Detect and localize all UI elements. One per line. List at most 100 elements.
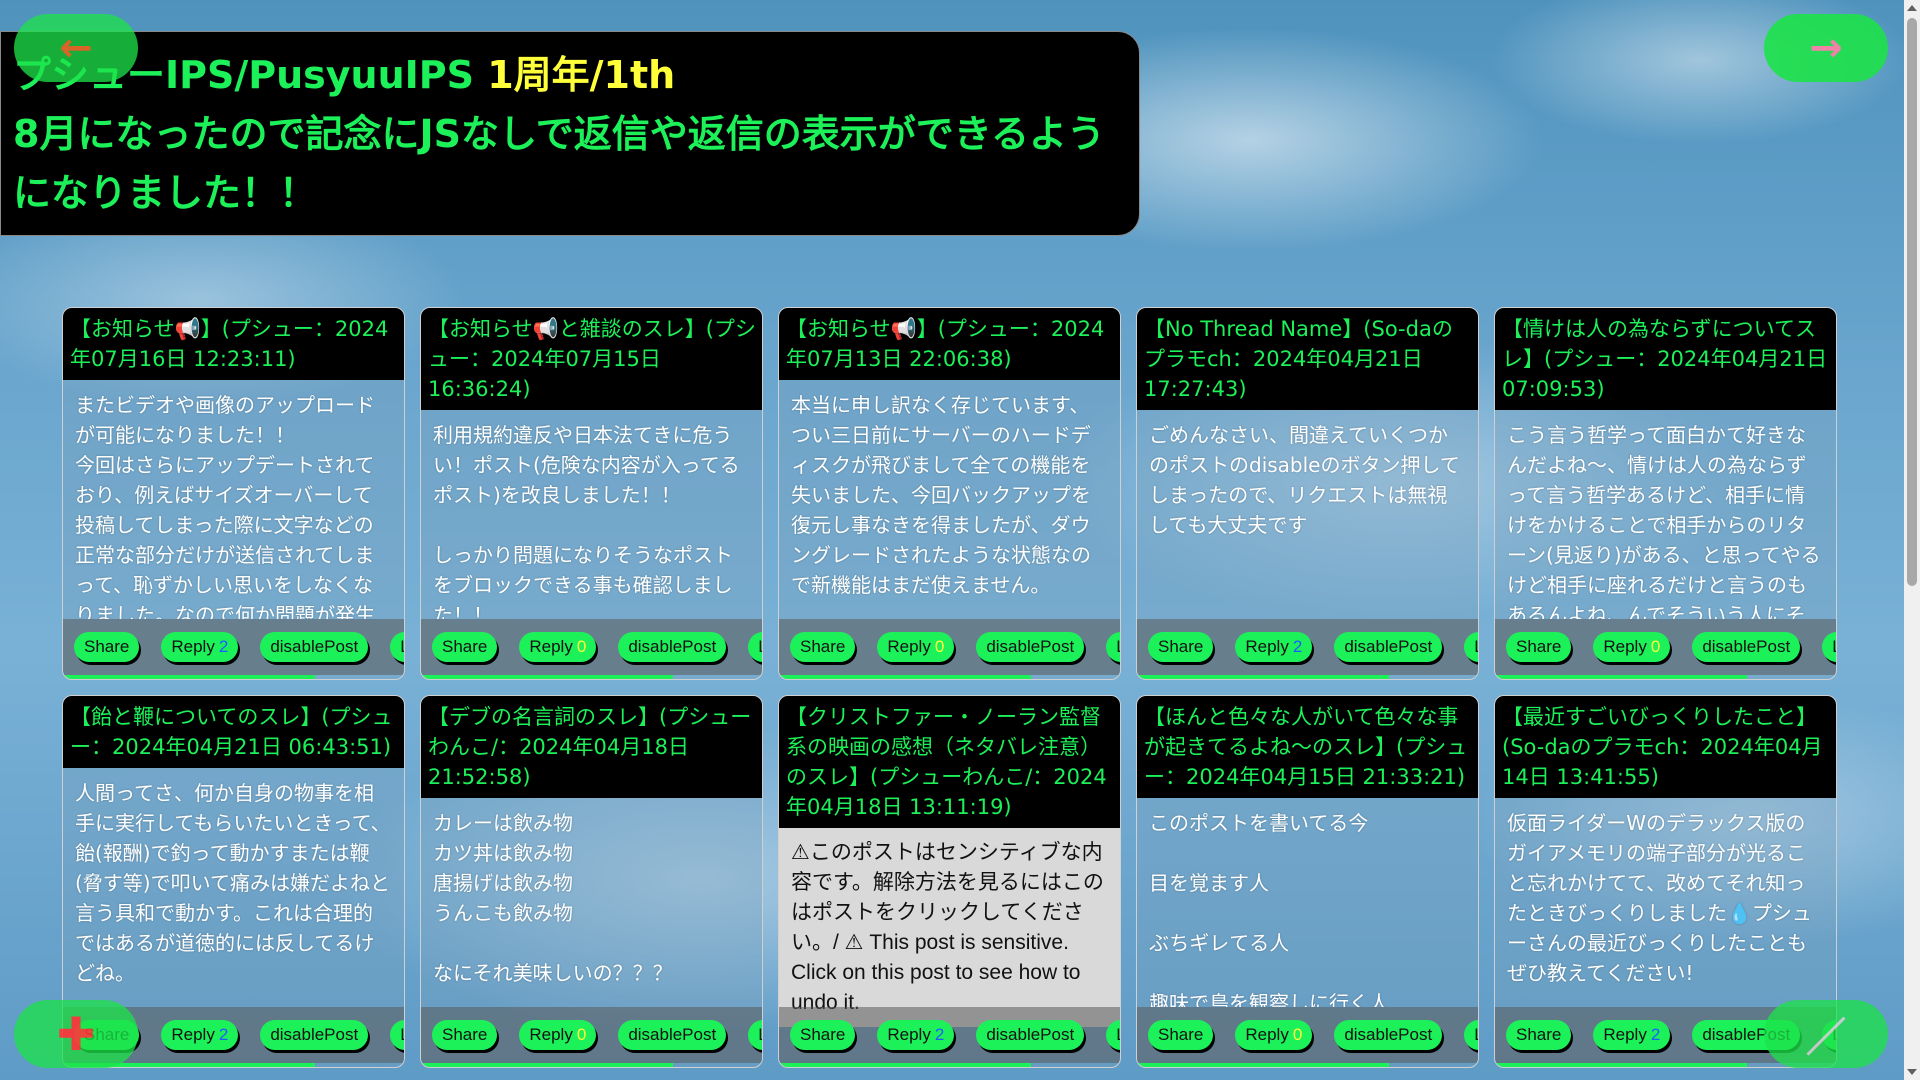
reply-label: Reply — [1603, 1025, 1647, 1044]
reply-button[interactable]: Reply 0 — [1235, 1020, 1313, 1050]
share-button[interactable]: Share — [1506, 632, 1572, 662]
reply-label: Reply — [171, 637, 215, 656]
disable-post-button[interactable]: disablePost — [1334, 632, 1443, 662]
scrollbar[interactable] — [1904, 0, 1920, 1080]
disable-post-button[interactable]: disablePost — [260, 632, 369, 662]
reply-label: Reply — [1603, 637, 1647, 656]
reply-label: Reply — [887, 637, 931, 656]
post-title[interactable]: 【No Thread Name】(So-daのプラモch：2024年04月21日… — [1137, 308, 1478, 410]
back-button[interactable]: ← — [14, 14, 138, 82]
post-actions: Share Reply0 disablePost Like — [779, 619, 1120, 675]
post-body: 人間ってさ、何か自身の物事を相手に実行してもらいたいときって、飴(報酬)で釣って… — [75, 781, 391, 985]
reply-button[interactable]: Reply 2 — [1593, 1020, 1671, 1050]
reply-button[interactable]: Reply 2 — [161, 632, 239, 662]
reply-button[interactable]: Reply 2 — [1235, 632, 1313, 662]
reply-count: 0 — [576, 1025, 587, 1044]
new-post-button[interactable]: ✚ — [14, 1000, 138, 1068]
post-card[interactable]: 【ほんと色々な人がいて色々な事が起きてるよね〜のスレ】(プシュー：2024年04… — [1136, 695, 1479, 1068]
like-button[interactable]: Like — [1464, 632, 1478, 662]
reply-button[interactable]: Reply 0 — [877, 632, 955, 662]
post-title[interactable]: 【クリストファー・ノーラン監督系の映画の感想（ネタバレ注意）のスレ】(プシューわ… — [779, 696, 1120, 828]
reply-button[interactable]: Reply 2 — [161, 1020, 239, 1050]
post-body: カレーは飲み物 カツ丼は飲み物 唐揚げは飲み物 うんこも飲み物 なにそれ美味しい… — [433, 811, 673, 985]
disable-post-button[interactable]: disablePost — [976, 1020, 1085, 1050]
share-button[interactable]: Share — [1506, 1020, 1572, 1050]
share-button[interactable]: Share — [1148, 632, 1214, 662]
like-button[interactable]: Like — [390, 1020, 404, 1050]
share-button[interactable]: Share — [790, 1020, 856, 1050]
post-card[interactable]: 【お知らせ📢と雑談のスレ】(プシュー：2024年07月15日 16:36:24)… — [420, 307, 763, 680]
post-title[interactable]: 【デブの名言詞のスレ】(プシューわんこ/：2024年04月18日 21:52:5… — [421, 696, 762, 798]
like-button[interactable]: Like — [1822, 632, 1836, 662]
progress-bar — [421, 675, 674, 679]
share-button[interactable]: Share — [74, 632, 140, 662]
post-title[interactable]: 【ほんと色々な人がいて色々な事が起きてるよね〜のスレ】(プシュー：2024年04… — [1137, 696, 1478, 798]
share-button[interactable]: Share — [1148, 1020, 1214, 1050]
post-card[interactable]: 【お知らせ📢】(プシュー：2024年07月16日 12:23:11) またビデオや… — [62, 307, 405, 680]
progress-bar — [1495, 675, 1748, 679]
progress-bar — [779, 675, 1032, 679]
share-button[interactable]: Share — [432, 1020, 498, 1050]
post-body: 仮面ライダーWのデラックス版のガイアメモリの端子部分が光ること忘れかけてて、改め… — [1507, 811, 1812, 985]
reply-button[interactable]: Reply 0 — [1593, 632, 1671, 662]
reply-button[interactable]: Reply 0 — [519, 1020, 597, 1050]
announcement-banner: プシューIPS/PusyuuIPS 1周年/1th 8月になったので記念にJSな… — [0, 31, 1140, 236]
scrollbar-thumb[interactable] — [1907, 18, 1917, 586]
like-button[interactable]: Like — [1106, 1020, 1120, 1050]
banner-title-line: プシューIPS/PusyuuIPS 1周年/1th — [13, 46, 1127, 105]
post-grid: 【お知らせ📢】(プシュー：2024年07月16日 12:23:11) またビデオや… — [62, 307, 1842, 1068]
reply-count: 2 — [1650, 1025, 1661, 1044]
post-body: 利用規約違反や日本法てきに危うい！ポスト(危険な内容が入ってるポスト)を改良しま… — [433, 423, 740, 619]
post-title[interactable]: 【情けは人の為ならずについてスレ】(プシュー：2024年04月21日 07:09… — [1495, 308, 1836, 410]
post-body: このポストを書いてる今 目を覚ます人 ぶちギレてる人 趣味で鳥を観察しに行く人 — [1149, 811, 1389, 1007]
share-button[interactable]: Share — [790, 632, 856, 662]
post-actions: Share Reply2 disablePost Like — [779, 1007, 1120, 1063]
post-title[interactable]: 【お知らせ📢】(プシュー：2024年07月13日 22:06:38) — [779, 308, 1120, 380]
scroll-down-icon[interactable] — [1907, 1069, 1917, 1075]
post-card[interactable]: 【デブの名言詞のスレ】(プシューわんこ/：2024年04月18日 21:52:5… — [420, 695, 763, 1068]
post-card[interactable]: 【No Thread Name】(So-daのプラモch：2024年04月21日… — [1136, 307, 1479, 680]
like-button[interactable]: Like — [1106, 632, 1120, 662]
arrow-left-icon: ← — [59, 25, 93, 71]
post-card[interactable]: 【情けは人の為ならずについてスレ】(プシュー：2024年04月21日 07:09… — [1494, 307, 1837, 680]
disable-post-button[interactable]: disablePost — [260, 1020, 369, 1050]
edit-button[interactable]: ／ — [1764, 1000, 1888, 1068]
scroll-up-icon[interactable] — [1907, 5, 1917, 11]
post-actions: Share Reply0 disablePost Like — [1137, 1007, 1478, 1063]
post-card[interactable]: 【お知らせ📢】(プシュー：2024年07月13日 22:06:38) 本当に申し訳… — [778, 307, 1121, 680]
post-title[interactable]: 【飴と鞭についてのスレ】(プシュー：2024年04月21日 06:43:51) — [63, 696, 404, 768]
reply-count: 2 — [1292, 637, 1303, 656]
like-button[interactable]: Like — [1464, 1020, 1478, 1050]
post-title[interactable]: 【最近すごいびっくりしたこと】(So-daのプラモch：2024年04月14日 … — [1495, 696, 1836, 798]
reply-count: 2 — [218, 637, 229, 656]
reply-button[interactable]: Reply 2 — [877, 1020, 955, 1050]
like-button[interactable]: Like — [748, 1020, 762, 1050]
progress-bar — [779, 1063, 1032, 1067]
reply-label: Reply — [1245, 637, 1289, 656]
post-title[interactable]: 【お知らせ📢と雑談のスレ】(プシュー：2024年07月15日 16:36:24) — [421, 308, 762, 410]
post-card[interactable]: 【クリストファー・ノーラン監督系の映画の感想（ネタバレ注意）のスレ】(プシューわ… — [778, 695, 1121, 1068]
disable-post-button[interactable]: disablePost — [618, 1020, 727, 1050]
like-button[interactable]: Like — [748, 632, 762, 662]
reply-button[interactable]: Reply 0 — [519, 632, 597, 662]
disable-post-button[interactable]: disablePost — [618, 632, 727, 662]
post-actions: Share Reply0 disablePost Like — [1495, 619, 1836, 675]
post-title[interactable]: 【お知らせ📢】(プシュー：2024年07月16日 12:23:11) — [63, 308, 404, 380]
progress-bar — [1495, 1063, 1748, 1067]
next-button[interactable]: → — [1764, 14, 1888, 82]
reply-count: 2 — [934, 1025, 945, 1044]
banner-message: 8月になったので記念にJSなしで返信や返信の表示ができるようになりました！！ — [13, 112, 1106, 215]
post-body: こう言う哲学って面白かて好きなんだよね〜、情けは人の為ならずって言う哲学あるけど… — [1507, 423, 1821, 619]
disable-post-button[interactable]: disablePost — [1334, 1020, 1443, 1050]
sensitive-warning[interactable]: ⚠このポストはセンシティブな内容です。解除方法を見るにはこのはポストをクリックし… — [779, 828, 1120, 1027]
like-button[interactable]: Like — [390, 632, 404, 662]
banner-anniversary: 1周年/1th — [487, 53, 676, 97]
disable-post-button[interactable]: disablePost — [1692, 632, 1801, 662]
reply-count: 0 — [1292, 1025, 1303, 1044]
reply-count: 0 — [576, 637, 587, 656]
post-body: ごめんなさい、間違えていくつかのポストのdisableのボタン押してしまったので… — [1149, 423, 1460, 537]
reply-count: 2 — [218, 1025, 229, 1044]
disable-post-button[interactable]: disablePost — [976, 632, 1085, 662]
share-button[interactable]: Share — [432, 632, 498, 662]
reply-count: 0 — [1650, 637, 1661, 656]
